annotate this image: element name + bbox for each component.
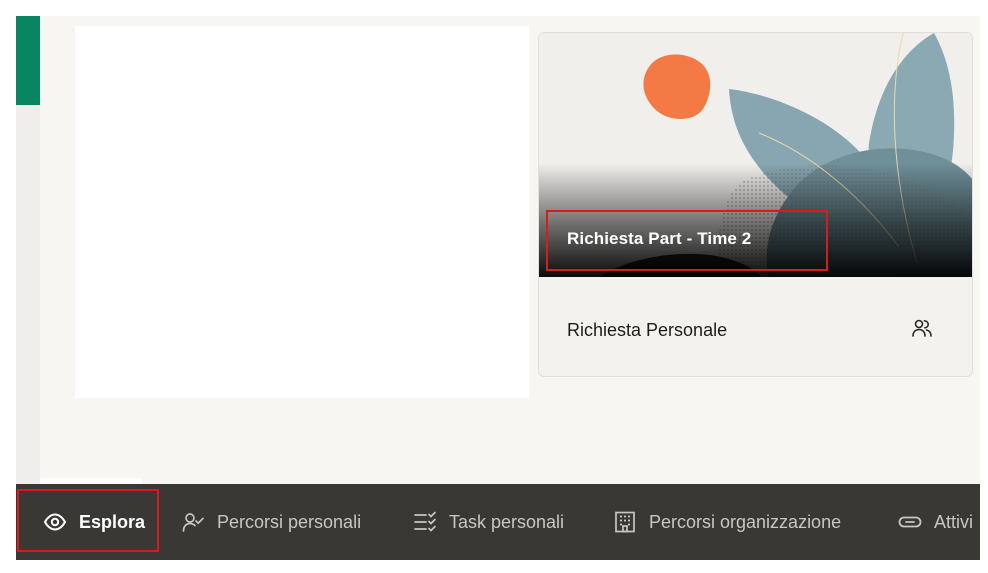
left-accent-bar	[16, 16, 40, 105]
tab-personal-tasks-label: Task personali	[449, 511, 565, 532]
checklist-icon	[414, 511, 436, 532]
tab-activities[interactable]: Attivi	[898, 484, 973, 560]
tab-personal-tasks[interactable]: Task personali	[413, 484, 564, 560]
person-check-icon	[182, 513, 204, 532]
tab-activities-label: Attivi	[934, 511, 974, 532]
title-highlight-box	[546, 210, 828, 271]
empty-card	[75, 26, 529, 398]
building-icon	[615, 511, 635, 533]
tab-org-paths-label: Percorsi organizzazione	[649, 511, 842, 532]
card-subtitle: Richiesta Personale	[567, 320, 728, 340]
page: Richiesta Part - Time 2 Richiesta Person…	[16, 16, 980, 560]
tab-org-paths[interactable]: Percorsi organizzazione	[613, 484, 841, 560]
tab-personal-paths[interactable]: Percorsi personali	[181, 484, 361, 560]
tab-personal-paths-label: Percorsi personali	[217, 511, 362, 532]
tab-highlight-box	[17, 489, 159, 552]
pill-icon	[898, 516, 922, 528]
people-icon	[912, 319, 932, 337]
left-rail	[16, 16, 40, 484]
task-card[interactable]: Richiesta Part - Time 2 Richiesta Person…	[538, 32, 973, 377]
bottom-tab-bar: Esplora Percorsi personali Task personal…	[16, 484, 980, 560]
